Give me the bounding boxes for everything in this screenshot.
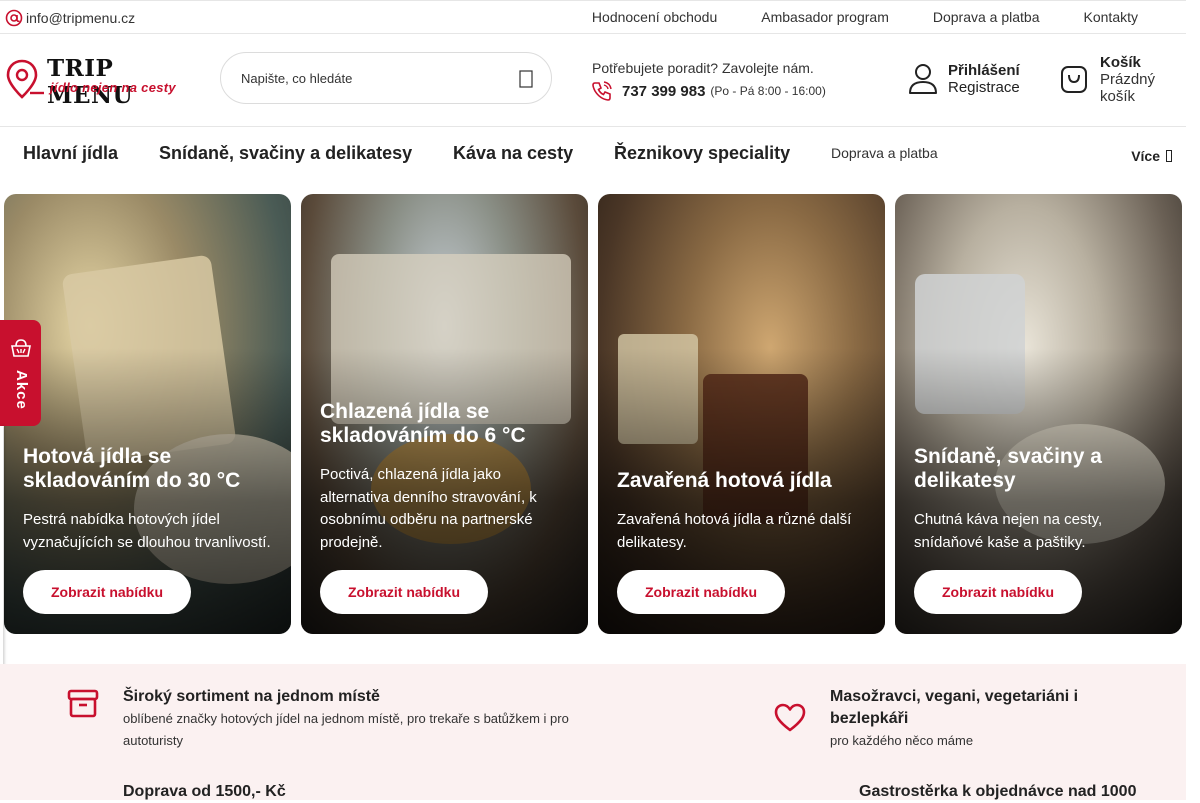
- nav-item-doprava[interactable]: Doprava a platba: [831, 145, 938, 161]
- email-text: info@tripmenu.cz: [26, 10, 136, 26]
- phone-number-link[interactable]: 737 399 983: [622, 83, 705, 100]
- gift-basket-icon: [11, 339, 31, 357]
- nav-item-snidane[interactable]: Snídaně, svačiny a delikatesy: [159, 143, 412, 164]
- benefit-title: Široký sortiment na jednom místě: [123, 688, 380, 705]
- search-box: [220, 52, 552, 104]
- main-nav: Hlavní jídla Snídaně, svačiny a delikate…: [0, 126, 1186, 176]
- cart-button[interactable]: Košík Prázdný košík: [1060, 54, 1155, 105]
- nav-item-reznikovy[interactable]: Řeznikovy speciality: [614, 143, 790, 164]
- akce-panel-edge: [0, 426, 3, 692]
- benefit-heart-icon-wrap: [773, 702, 807, 739]
- nav-more-label: Více: [1131, 148, 1160, 164]
- top-link-doprava[interactable]: Doprava a platba: [933, 9, 1040, 25]
- top-link-ambasador[interactable]: Ambasador program: [761, 9, 889, 25]
- cart-title: Košík: [1100, 54, 1141, 71]
- login-label: Přihlášení: [948, 62, 1020, 79]
- card-title: Zavařená hotová jídla: [617, 469, 832, 492]
- top-links: Hodnocení obchodu Ambasador program Dopr…: [548, 9, 1186, 25]
- show-offer-button[interactable]: Zobrazit nabídku: [914, 570, 1082, 614]
- more-icon: [1166, 150, 1172, 162]
- benefit-box-icon-wrap: [66, 686, 100, 725]
- top-bar: info@tripmenu.cz Hodnocení obchodu Ambas…: [0, 0, 1186, 34]
- nav-item-hlavni-jidla[interactable]: Hlavní jídla: [23, 143, 118, 164]
- show-offer-button[interactable]: Zobrazit nabídku: [617, 570, 785, 614]
- phone-icon: [592, 81, 612, 101]
- show-offer-button[interactable]: Zobrazit nabídku: [320, 570, 488, 614]
- logo[interactable]: TRIP MENU jídlo nejen na cesty: [4, 55, 184, 109]
- benefit-diety: Masožravci, vegani, vegetariáni i bezlep…: [830, 686, 1130, 752]
- top-link-hodnoceni[interactable]: Hodnocení obchodu: [592, 9, 717, 25]
- register-label[interactable]: Registrace: [948, 79, 1020, 96]
- nav-more-button[interactable]: Více: [1131, 148, 1172, 164]
- akce-tab[interactable]: Akce: [0, 320, 41, 426]
- card-text: Pestrá nabídka hotových jídel vyznačujíc…: [23, 511, 271, 551]
- nav-item-kava[interactable]: Káva na cesty: [453, 143, 573, 164]
- logo-tagline: jídlo nejen na cesty: [50, 80, 176, 95]
- category-card-zavarena[interactable]: Zavařená hotová jídla Zavařená hotová jí…: [598, 194, 885, 634]
- card-content: Snídaně, svačiny a delikatesy Chutná káv…: [914, 445, 1168, 614]
- benefit-text: pro každého něco máme: [830, 733, 974, 748]
- login-button[interactable]: Přihlášení Registrace: [908, 62, 1020, 96]
- category-card-snidane[interactable]: Snídaně, svačiny a delikatesy Chutná káv…: [895, 194, 1182, 634]
- phone-hours: (Po - Pá 8:00 - 16:00): [710, 84, 826, 98]
- card-title: Snídaně, svačiny a delikatesy: [914, 445, 1102, 492]
- help-text: Potřebujete poradit? Zavolejte nám.: [592, 60, 814, 76]
- map-pin-logo-icon: [6, 59, 44, 99]
- card-content: Zavařená hotová jídla Zavařená hotová jí…: [617, 469, 871, 614]
- at-icon: [5, 9, 23, 27]
- cart-status-2: košík: [1100, 88, 1136, 105]
- top-link-kontakty[interactable]: Kontakty: [1084, 9, 1138, 25]
- cart-text: Košík Prázdný košík: [1100, 54, 1155, 105]
- benefit-text: oblíbené značky hotových jídel na jednom…: [123, 711, 569, 748]
- search-input[interactable]: [241, 67, 501, 89]
- category-card-chlazena[interactable]: Chlazená jídla se skladováním do 6 °C Po…: [301, 194, 588, 634]
- email-link[interactable]: info@tripmenu.cz: [5, 9, 135, 27]
- cart-status-1: Prázdný: [1100, 71, 1156, 88]
- akce-label: Akce: [13, 370, 30, 410]
- category-card-hotova[interactable]: Hotová jídla se skladováním do 30 °C Pes…: [4, 194, 291, 634]
- card-content: Chlazená jídla se skladováním do 6 °C Po…: [320, 400, 574, 614]
- card-title: Hotová jídla se skladováním do 30 °C: [23, 445, 241, 492]
- card-content: Hotová jídla se skladováním do 30 °C Pes…: [23, 445, 277, 614]
- benefit-sortiment: Široký sortiment na jednom místě oblíben…: [123, 686, 593, 752]
- card-text: Zavařená hotová jídla a různé další deli…: [617, 511, 852, 551]
- card-title: Chlazená jídla se skladováním do 6 °C: [320, 400, 526, 447]
- login-text: Přihlášení Registrace: [948, 62, 1020, 96]
- box-icon: [67, 689, 99, 718]
- cart-bag-icon: [1061, 66, 1087, 93]
- search-icon[interactable]: [519, 70, 533, 88]
- card-text: Chutná káva nejen na cesty, snídaňové ka…: [914, 511, 1103, 551]
- show-offer-button[interactable]: Zobrazit nabídku: [23, 570, 191, 614]
- heart-icon: [774, 703, 806, 732]
- user-icon: [909, 64, 937, 94]
- phone-row: 737 399 983 (Po - Pá 8:00 - 16:00): [590, 79, 826, 103]
- benefit-title: Masožravci, vegani, vegetariáni i bezlep…: [830, 688, 1079, 727]
- benefits-band: Široký sortiment na jednom místě oblíben…: [0, 664, 1186, 800]
- card-text: Poctivá, chlazená jídla jako alternativa…: [320, 466, 537, 551]
